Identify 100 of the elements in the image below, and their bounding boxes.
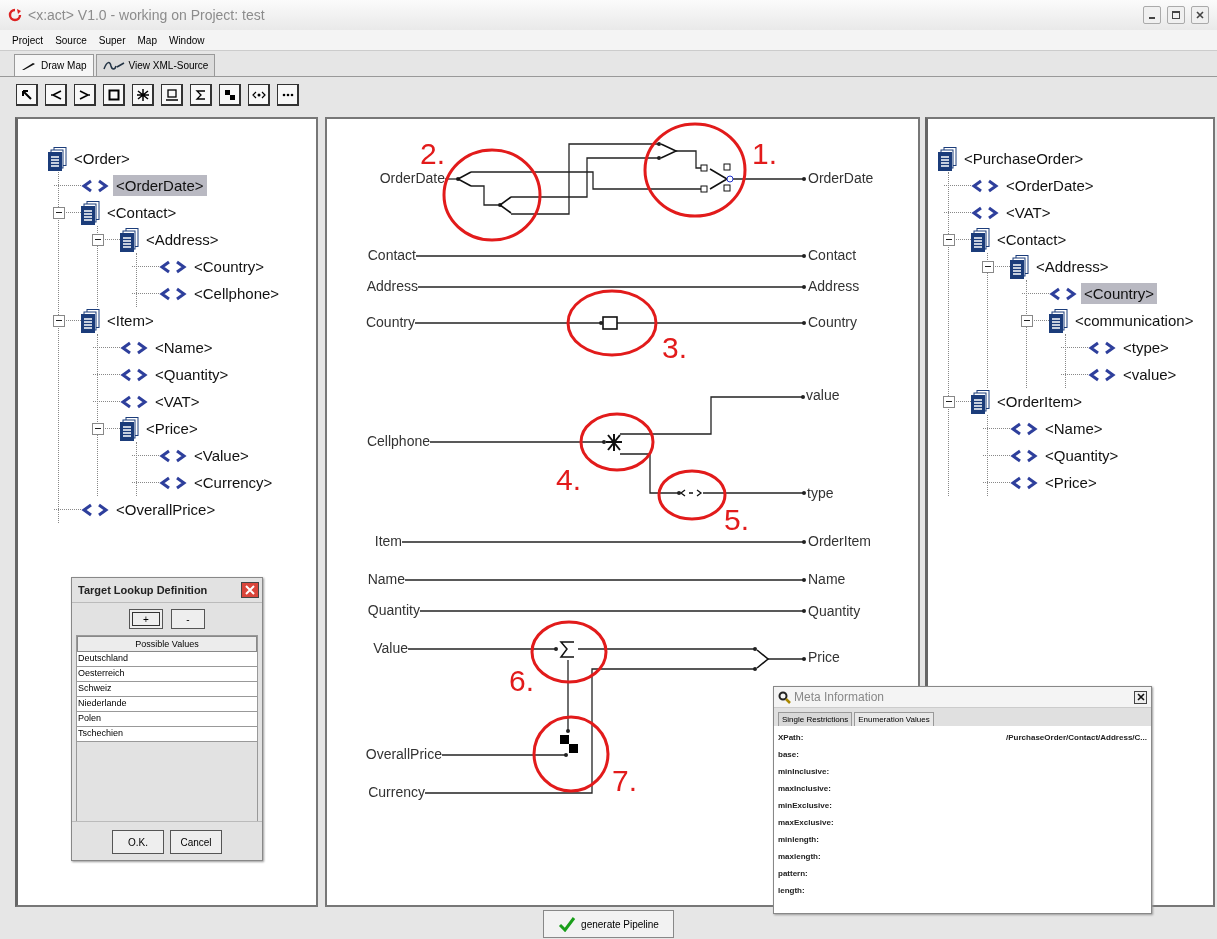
tree-node[interactable]: <Address>: [143, 229, 222, 250]
menu-item[interactable]: Map: [137, 34, 157, 46]
tree-node[interactable]: <VAT>: [152, 391, 203, 412]
tree-node[interactable]: <Value>: [191, 445, 252, 466]
sum-tool-button[interactable]: [190, 84, 212, 106]
tree-node[interactable]: <VAT>: [1003, 202, 1054, 223]
maximize-button[interactable]: [1167, 6, 1185, 24]
ok-button[interactable]: O.K.: [112, 830, 164, 854]
connector-line[interactable]: [415, 254, 806, 258]
minimize-button[interactable]: [1143, 6, 1161, 24]
select-tool-button[interactable]: [16, 84, 38, 106]
tab[interactable]: Single Restrictions: [778, 712, 853, 726]
cancel-button[interactable]: Cancel: [170, 830, 222, 854]
collapse-toggle[interactable]: [943, 395, 955, 408]
tree-node[interactable]: <communication>: [1072, 310, 1197, 331]
tree-node[interactable]: <Currency>: [191, 472, 276, 493]
connector-line[interactable]: [619, 453, 681, 495]
connector-line[interactable]: [414, 321, 603, 325]
close-button[interactable]: [1191, 6, 1209, 24]
collapse-toggle[interactable]: [53, 314, 65, 327]
tree-node[interactable]: <Contact>: [994, 229, 1070, 250]
join-node-icon[interactable]: [756, 649, 770, 669]
connector-line[interactable]: [444, 177, 460, 181]
connector-line[interactable]: [702, 491, 806, 495]
sum-node-icon[interactable]: [559, 641, 575, 658]
close-button[interactable]: [1134, 690, 1147, 704]
collapse-toggle[interactable]: [92, 233, 104, 246]
collapse-toggle[interactable]: [1021, 314, 1033, 327]
lookup-node-icon[interactable]: [679, 489, 703, 497]
tab[interactable]: Enumeration Values: [854, 712, 934, 726]
more-tool-button[interactable]: [277, 84, 299, 106]
menu-item[interactable]: Super: [98, 34, 126, 46]
display-tool-button[interactable]: [161, 84, 183, 106]
close-button[interactable]: [241, 582, 259, 598]
tree-node[interactable]: <Order>: [71, 148, 133, 169]
connector-line[interactable]: [429, 440, 606, 444]
merge-node-icon[interactable]: [560, 735, 578, 753]
connector-line[interactable]: [404, 578, 806, 582]
box-tool-button[interactable]: [103, 84, 125, 106]
tree-node[interactable]: <Quantity>: [1042, 445, 1122, 466]
value-row[interactable]: Deutschland: [77, 652, 257, 667]
tree-node[interactable]: <OverallPrice>: [113, 499, 219, 520]
connector-line[interactable]: [619, 395, 805, 435]
menu-item[interactable]: Window: [168, 34, 205, 46]
remove-button[interactable]: -: [171, 609, 205, 629]
merge-tool-button[interactable]: [219, 84, 241, 106]
generate-pipeline-button[interactable]: generate Pipeline: [543, 910, 674, 938]
menu-item[interactable]: Source: [55, 34, 87, 46]
connector-line[interactable]: [470, 185, 502, 207]
tree-node[interactable]: <OrderItem>: [994, 391, 1086, 412]
tree-node[interactable]: <OrderDate>: [1003, 175, 1097, 196]
value-row[interactable]: Tschechien: [77, 727, 257, 742]
join-node-icon[interactable]: [660, 143, 678, 159]
value-row[interactable]: Schweiz: [77, 682, 257, 697]
connector-line[interactable]: [419, 609, 806, 613]
connector-line[interactable]: [732, 177, 806, 181]
collapse-toggle[interactable]: [943, 233, 955, 246]
collapse-toggle[interactable]: [982, 260, 994, 273]
tree-node[interactable]: <Item>: [104, 310, 157, 331]
tab[interactable]: Draw Map: [14, 54, 94, 76]
menu-item[interactable]: Project: [12, 34, 44, 46]
connector-line[interactable]: [510, 156, 661, 198]
asterisk-node-icon[interactable]: [605, 433, 623, 452]
connector-line[interactable]: [407, 647, 558, 651]
value-row[interactable]: Polen: [77, 712, 257, 727]
connector-line[interactable]: [566, 659, 570, 733]
tree-node[interactable]: <OrderDate>: [113, 175, 207, 196]
connector-line[interactable]: [401, 540, 806, 544]
star-tool-button[interactable]: [132, 84, 154, 106]
collapse-toggle[interactable]: [92, 422, 104, 435]
tree-node[interactable]: <Contact>: [104, 202, 180, 223]
split-tool-button[interactable]: [45, 84, 67, 106]
connector-line[interactable]: [767, 657, 806, 661]
tree-node[interactable]: <Address>: [1033, 256, 1112, 277]
tab[interactable]: View XML-Source: [95, 54, 216, 76]
lookup-tool-button[interactable]: [248, 84, 270, 106]
value-row[interactable]: Niederlande: [77, 697, 257, 712]
box-node-icon[interactable]: [602, 316, 618, 330]
tree-node[interactable]: <Price>: [143, 418, 201, 439]
tree-node[interactable]: <Country>: [191, 256, 268, 277]
split-node-icon[interactable]: [498, 196, 512, 214]
connector-line[interactable]: [510, 142, 661, 215]
tree-node[interactable]: <Price>: [1042, 472, 1100, 493]
connector-line[interactable]: [441, 753, 568, 757]
tree-node[interactable]: <Quantity>: [152, 364, 232, 385]
collapse-toggle[interactable]: [53, 206, 65, 219]
tree-node[interactable]: <Country>: [1081, 283, 1158, 304]
connector-line[interactable]: [577, 647, 757, 651]
tree-node[interactable]: <PurchaseOrder>: [961, 148, 1087, 169]
tree-node[interactable]: <Name>: [152, 337, 216, 358]
join-tool-button[interactable]: [74, 84, 96, 106]
tree-node[interactable]: <value>: [1120, 364, 1180, 385]
port-squares-icon[interactable]: [700, 163, 734, 193]
connector-line[interactable]: [417, 285, 806, 289]
tree-node[interactable]: <Name>: [1042, 418, 1106, 439]
value-row[interactable]: Oesterreich: [77, 667, 257, 682]
tree-node[interactable]: <type>: [1120, 337, 1172, 358]
split-node-icon[interactable]: [456, 171, 472, 187]
tree-node[interactable]: <Cellphone>: [191, 283, 283, 304]
connector-line[interactable]: [616, 321, 806, 325]
